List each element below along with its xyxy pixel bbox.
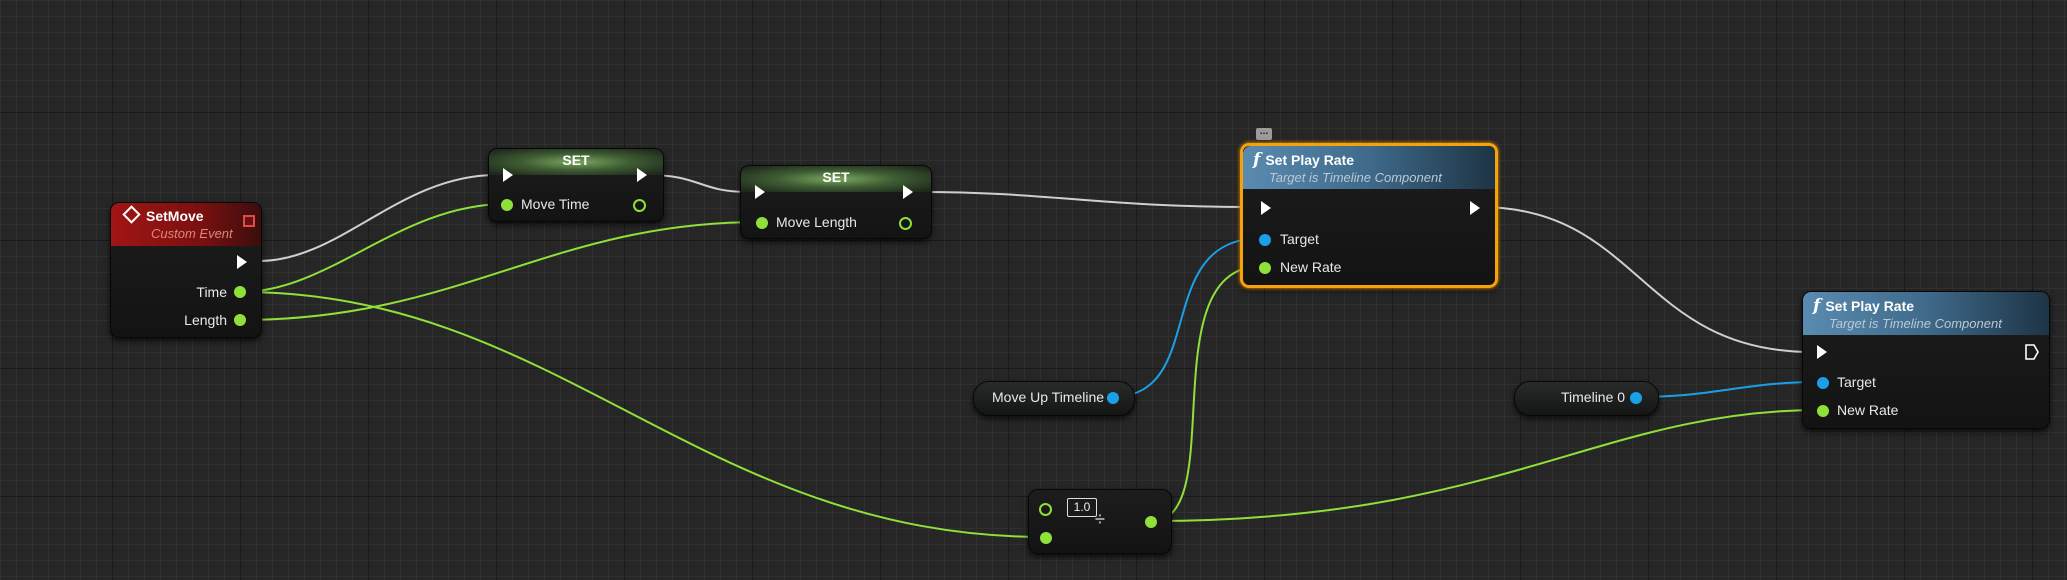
exec-in-pin[interactable] [1261,201,1271,215]
pin-label-target: Target [1280,231,1319,247]
node-header: SetMove Custom Event [111,203,261,246]
target-input-pin[interactable] [1259,234,1271,246]
exec-wire-setmove-set1[interactable] [258,174,497,262]
length-output-pin[interactable] [234,314,246,326]
exec-in-pin[interactable] [755,185,765,199]
exec-wire-set2-playrate1[interactable] [919,191,1254,208]
node-title: SetMove [146,208,204,224]
node-subtitle: Target is Timeline Component [1269,170,1442,185]
pin-label-move-length: Move Length [776,214,857,230]
node-header: f Set Play Rate Target is Timeline Compon… [1243,146,1495,189]
move-length-output-pin[interactable] [899,217,912,230]
exec-in-pin[interactable] [1817,345,1827,359]
function-f-icon: f [1813,296,1821,316]
float-wire-length-movelength[interactable] [240,221,761,321]
pin-label-length: Length [184,312,227,328]
float-wire-divide-newrate1[interactable] [1151,265,1263,522]
divide-result-output-pin[interactable] [1145,516,1157,528]
set-node-move-time[interactable]: SET Move Time [488,148,664,222]
event-diamond-icon [122,205,141,224]
float-wire-time-divide[interactable] [240,291,1046,538]
divisor-input-pin[interactable] [1040,532,1052,544]
set-node-move-length[interactable]: SET Move Length [740,165,932,239]
variable-node-move-up-timeline[interactable]: Move Up Timeline [973,381,1135,416]
exec-out-pin[interactable] [903,185,913,199]
node-title: SET [822,169,850,185]
divide-operator-node[interactable]: 1.0 ÷ [1028,489,1172,554]
move-up-timeline-output-pin[interactable] [1107,392,1119,404]
divide-default-value[interactable]: 1.0 [1067,498,1097,517]
float-wire-divide-newrate2[interactable] [1151,409,1821,522]
object-wire-timeline0-target2[interactable] [1633,381,1821,398]
pin-label-new-rate: New Rate [1280,259,1342,275]
dividend-input-pin[interactable] [1039,503,1052,516]
exec-out-pin[interactable] [1470,201,1480,215]
new-rate-input-pin[interactable] [1817,405,1829,417]
delegate-pin[interactable] [243,215,255,227]
exec-out-pin[interactable] [2025,344,2039,360]
comment-bubble-icon[interactable]: ... [1256,127,1272,140]
custom-event-node-setmove[interactable]: SetMove Custom Event Time Length [110,202,262,338]
node-title: SET [562,152,590,168]
target-input-pin[interactable] [1817,377,1829,389]
exec-out-pin[interactable] [637,168,647,182]
function-node-set-play-rate-1[interactable]: f Set Play Rate Target is Timeline Compon… [1240,143,1498,288]
node-subtitle: Custom Event [151,226,233,241]
divide-operator-symbol: ÷ [1095,509,1105,529]
move-time-input-pin[interactable] [501,199,513,211]
function-node-set-play-rate-2[interactable]: f Set Play Rate Target is Timeline Compon… [1802,291,2050,429]
time-output-pin[interactable] [234,286,246,298]
blueprint-graph-canvas[interactable]: SetMove Custom Event Time Length SET Mov… [0,0,2067,580]
variable-label: Move Up Timeline [992,389,1105,405]
move-time-output-pin[interactable] [633,199,646,212]
pin-label-target: Target [1837,374,1876,390]
variable-node-timeline-0[interactable]: Timeline 0 [1514,381,1659,416]
node-subtitle: Target is Timeline Component [1829,316,2002,331]
exec-out-pin[interactable] [237,255,247,269]
node-title: Set Play Rate [1265,152,1355,168]
move-length-input-pin[interactable] [756,217,768,229]
node-title: Set Play Rate [1825,298,1915,314]
exec-wire-playrate1-playrate2[interactable] [1479,206,1813,353]
pin-label-move-time: Move Time [521,196,590,212]
function-f-icon: f [1253,150,1261,170]
node-header: f Set Play Rate Target is Timeline Compon… [1803,292,2049,335]
new-rate-input-pin[interactable] [1259,262,1271,274]
timeline-0-output-pin[interactable] [1630,392,1642,404]
exec-in-pin[interactable] [503,168,513,182]
pin-label-new-rate: New Rate [1837,402,1899,418]
pin-label-time: Time [196,284,227,300]
variable-label: Timeline 0 [1561,389,1626,405]
